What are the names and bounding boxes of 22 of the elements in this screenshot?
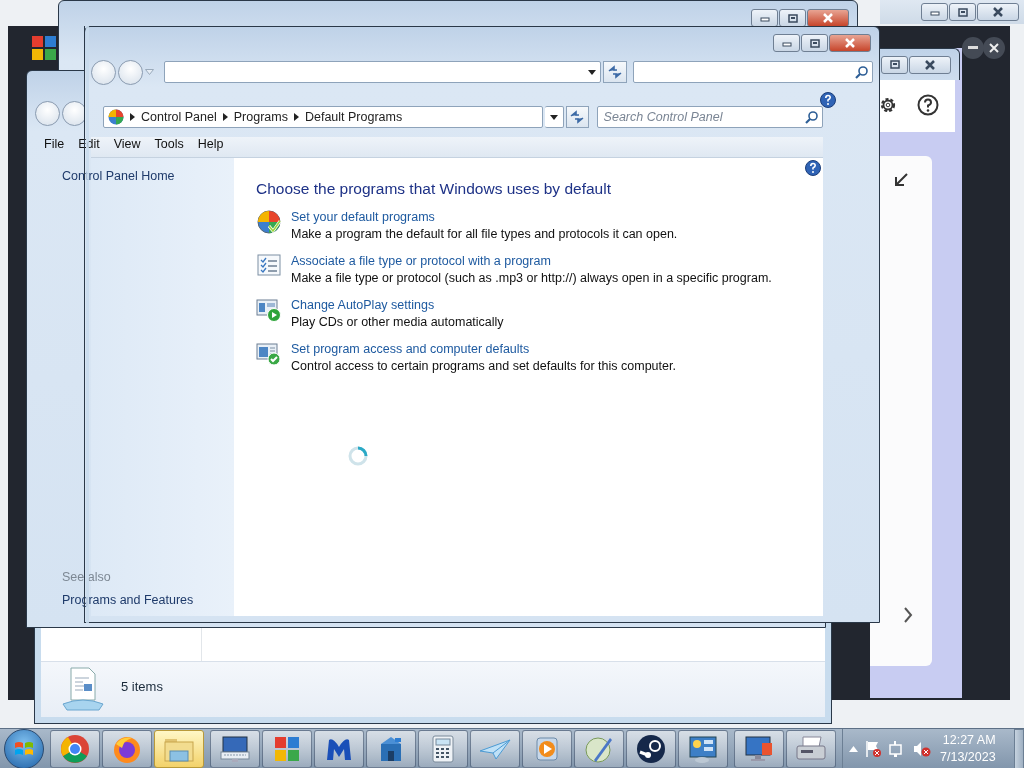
task-link[interactable]: Associate a file type or protocol with a program (291, 254, 551, 268)
task-link[interactable]: Set program access and computer defaults (291, 342, 530, 356)
clock-time: 12:27 AM (942, 731, 996, 749)
page-heading: Choose the programs that Windows uses by default (256, 180, 611, 198)
task-link[interactable]: Set your default programs (291, 210, 435, 224)
menu-item[interactable]: Help (197, 137, 224, 151)
task-description: Make a program the default for all file types and protocols it can open. (291, 227, 678, 241)
breadcrumb-item[interactable]: Default Programs (304, 110, 403, 124)
menu-item[interactable]: View (113, 137, 141, 151)
search-placeholder: Search Control Panel (602, 110, 724, 124)
clock-date: 7/13/2023 (940, 748, 996, 766)
search-field[interactable]: Search Control Panel (596, 106, 823, 128)
breadcrumb-item[interactable]: Programs (233, 110, 288, 124)
menu-item[interactable]: File (44, 137, 65, 151)
task-description: Play CDs or other media automatically (291, 315, 504, 329)
section-heading: See also (62, 570, 111, 584)
menu-item[interactable]: Tools (154, 137, 184, 151)
task-link[interactable]: Change AutoPlay settings (291, 298, 435, 312)
task-description: Control access to certain programs and set defaults for this computer. (291, 359, 676, 373)
task-description: Make a file type or protocol (such as .mp3 or http://) always open in a specific program. (291, 271, 772, 285)
status-text: 5 items (121, 679, 163, 694)
breadcrumb-item[interactable]: Control Panel (141, 110, 217, 124)
